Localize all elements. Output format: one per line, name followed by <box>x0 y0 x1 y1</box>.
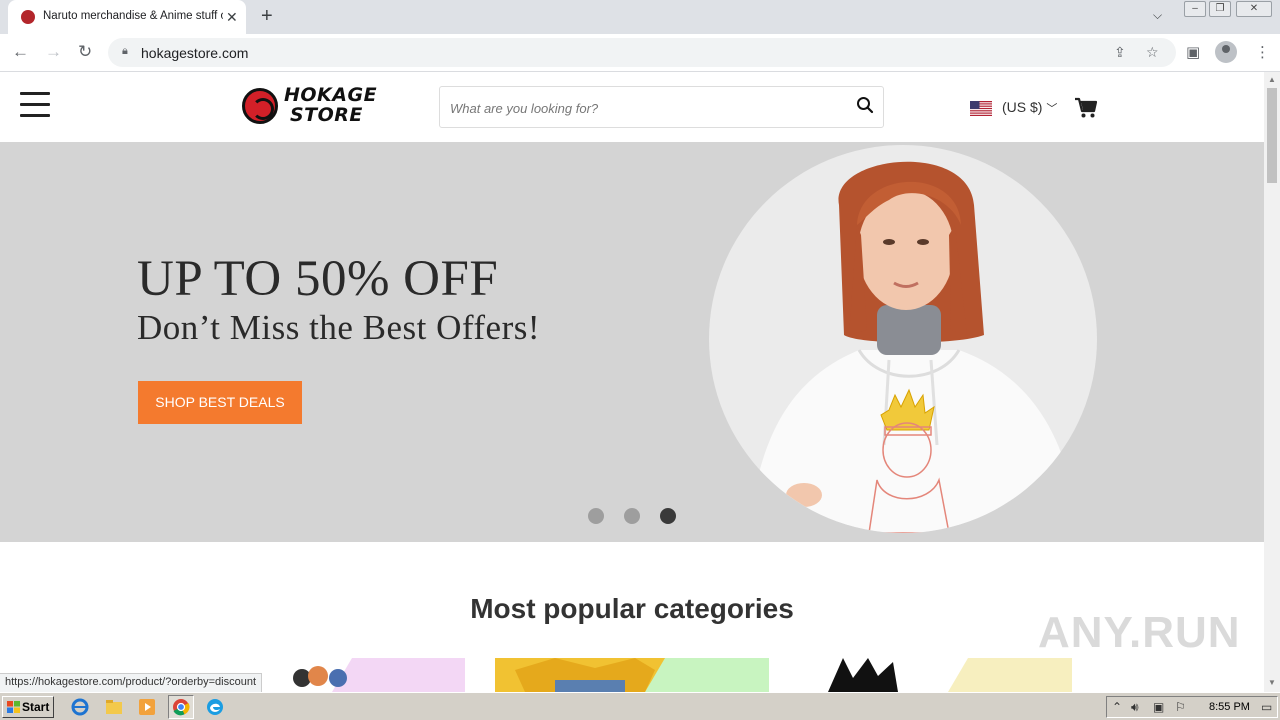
status-bar-url: https://hokagestore.com/product/?orderby… <box>0 673 263 692</box>
minimize-window-icon[interactable]: – <box>1184 1 1206 17</box>
close-window-icon[interactable]: ✕ <box>1236 1 1272 17</box>
us-flag-icon[interactable] <box>970 101 992 116</box>
tab-title: Naruto merchandise & Anime stuff o <box>43 10 223 22</box>
bookmark-star-icon[interactable]: ☆ <box>1146 44 1159 61</box>
windows-taskbar: Start ⌃ 🔊︎ ▣ ⚐ 8:55 PM ▭ <box>0 692 1280 720</box>
browser-tab-strip: Naruto merchandise & Anime stuff o ✕ + ⌵… <box>0 0 1280 34</box>
chrome-taskbar-button[interactable] <box>168 695 194 719</box>
slider-dot-3[interactable] <box>660 508 676 524</box>
edge-icon[interactable] <box>205 697 225 717</box>
lock-icon[interactable]: 🔒︎ <box>122 45 128 58</box>
page-scrollbar[interactable]: ▲ ▼ <box>1264 72 1280 692</box>
logo-text-line1: HOKAGE <box>284 84 378 106</box>
logo-text-line2: STORE <box>290 104 363 126</box>
tab-search-chevron-icon[interactable]: ⌵ <box>1153 8 1162 23</box>
browser-menu-icon[interactable]: ⋮ <box>1255 43 1270 61</box>
restore-window-icon[interactable]: ❐ <box>1209 1 1231 17</box>
back-arrow-icon[interactable]: ← <box>12 42 29 62</box>
browser-tab[interactable]: Naruto merchandise & Anime stuff o ✕ <box>8 0 246 34</box>
media-player-icon[interactable] <box>137 697 157 717</box>
forward-arrow-icon[interactable]: → <box>45 42 62 62</box>
side-panel-icon[interactable]: ▣ <box>1186 43 1200 61</box>
search-input[interactable] <box>450 97 840 119</box>
scroll-down-icon[interactable]: ▼ <box>1268 678 1276 687</box>
file-explorer-icon[interactable] <box>104 697 124 717</box>
share-icon[interactable]: ⇪ <box>1114 44 1126 61</box>
currency-selector[interactable]: (US $) ﹀ <box>1002 99 1057 116</box>
url-text[interactable]: hokagestore.com <box>141 45 248 61</box>
store-logo[interactable]: HOKAGE STORE <box>242 84 377 130</box>
hero-heading: UP TO 50% OFF <box>137 251 499 307</box>
search-box <box>439 86 884 128</box>
taskbar-clock[interactable]: 8:55 PM <box>1209 701 1250 713</box>
category-card-3[interactable] <box>798 658 1072 692</box>
slider-dot-2[interactable] <box>624 508 640 524</box>
site-favicon-icon <box>21 10 35 24</box>
reload-icon[interactable]: ↻ <box>78 42 92 62</box>
start-label: Start <box>22 700 50 714</box>
uzumaki-logo-icon <box>242 88 278 124</box>
new-tab-icon[interactable]: + <box>261 5 273 28</box>
chrome-icon <box>173 699 190 716</box>
category-card-2[interactable] <box>495 658 769 692</box>
hamburger-menu-icon[interactable] <box>20 92 50 117</box>
shop-best-deals-button[interactable]: SHOP BEST DEALS <box>138 381 302 424</box>
show-hidden-icons-icon[interactable]: ⌃ <box>1112 700 1122 714</box>
slider-dot-1[interactable] <box>588 508 604 524</box>
internet-explorer-icon[interactable] <box>70 697 90 717</box>
windows-logo-icon <box>7 701 20 713</box>
address-bar[interactable]: 🔒︎ hokagestore.com ⇪ ☆ <box>108 38 1176 67</box>
close-tab-icon[interactable]: ✕ <box>226 9 238 26</box>
hero-model-image <box>709 145 1097 533</box>
system-tray: ⌃ 🔊︎ ▣ ⚐ 8:55 PM ▭ <box>1106 696 1278 718</box>
show-desktop-icon[interactable]: ▭ <box>1261 700 1272 714</box>
profile-avatar-icon[interactable] <box>1215 41 1237 63</box>
scroll-thumb[interactable] <box>1267 88 1277 183</box>
search-icon[interactable] <box>856 96 874 114</box>
shopping-cart-icon[interactable] <box>1074 97 1098 119</box>
network-icon[interactable]: ▣ <box>1153 700 1164 714</box>
currency-label: (US $) <box>1002 99 1043 115</box>
action-center-flag-icon[interactable]: ⚐ <box>1175 700 1186 714</box>
start-button[interactable]: Start <box>2 696 54 718</box>
browser-toolbar: ← → ↻ 🔒︎ hokagestore.com ⇪ ☆ ▣ ⋮ <box>0 34 1280 72</box>
hero-subheading: Don’t Miss the Best Offers! <box>137 308 541 347</box>
volume-icon[interactable]: 🔊︎ <box>1131 700 1139 715</box>
chevron-down-icon: ﹀ <box>1046 103 1058 115</box>
hero-banner: UP TO 50% OFF Don’t Miss the Best Offers… <box>0 142 1264 542</box>
anyrun-watermark: ANY.RUN <box>1038 608 1241 657</box>
scroll-up-icon[interactable]: ▲ <box>1268 75 1276 84</box>
